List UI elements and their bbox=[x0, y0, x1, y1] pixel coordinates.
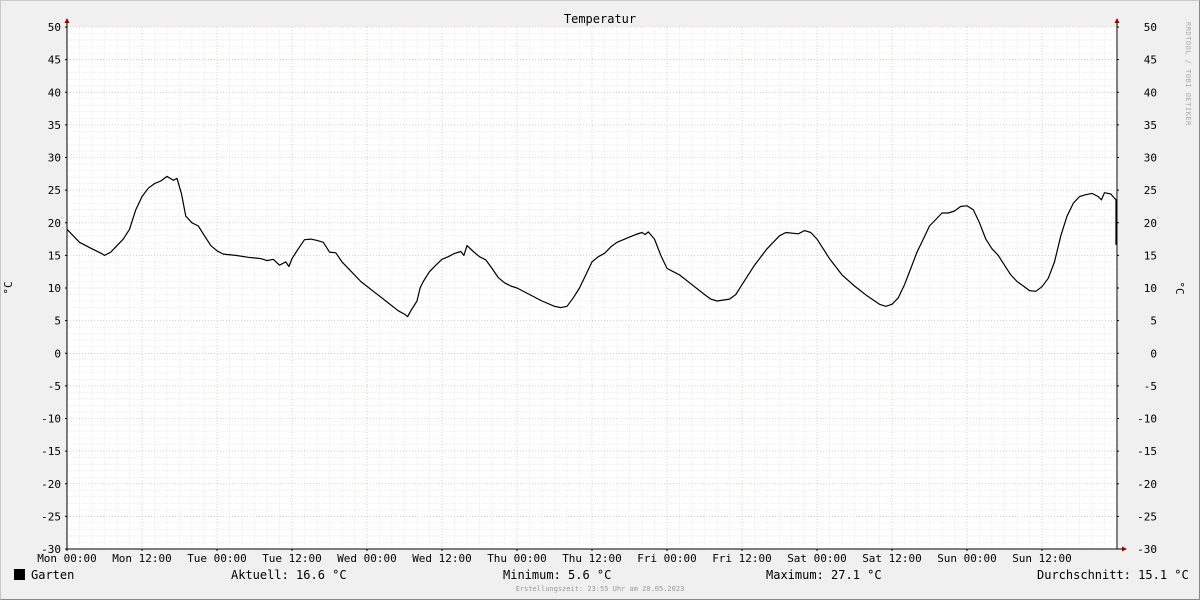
y-tick-label-left: -10 bbox=[41, 413, 61, 426]
y-tick-label-right: 25 bbox=[1144, 184, 1157, 197]
y-tick-label-right: 50 bbox=[1144, 21, 1157, 34]
y-tick-label-right: -20 bbox=[1137, 478, 1157, 491]
chart-title: Temperatur bbox=[564, 12, 636, 26]
y-axis-arrow-right bbox=[1114, 18, 1120, 23]
x-tick-label: Sun 00:00 bbox=[937, 552, 997, 565]
x-tick-label: Wed 12:00 bbox=[412, 552, 472, 565]
x-tick-label: Mon 12:00 bbox=[112, 552, 172, 565]
y-tick-label-left: -5 bbox=[48, 380, 61, 393]
y-tick-label-right: -5 bbox=[1144, 380, 1157, 393]
y-tick-label-right: -25 bbox=[1137, 510, 1157, 523]
y-tick-label-left: 50 bbox=[48, 21, 61, 34]
y-tick-label-left: 25 bbox=[48, 184, 61, 197]
y-tick-label-right: 40 bbox=[1144, 86, 1157, 99]
y-tick-label-right: 15 bbox=[1144, 249, 1157, 262]
creation-timestamp: Erstellungszeit: 23:55 Uhr am 28.05.2023 bbox=[515, 585, 685, 593]
y-tick-label-left: 0 bbox=[54, 347, 61, 360]
watermark: RRDTOOL / TOBI OETIKER bbox=[1184, 22, 1192, 126]
y-tick-label-left: 5 bbox=[54, 315, 61, 328]
y-axis-label-right: °C bbox=[1173, 281, 1186, 294]
y-axis-arrow-left bbox=[64, 18, 70, 23]
x-tick-label: Sat 00:00 bbox=[787, 552, 847, 565]
y-tick-label-right: 20 bbox=[1144, 217, 1157, 230]
x-tick-label: Sat 12:00 bbox=[862, 552, 922, 565]
legend-current: Aktuell: 16.6 °C bbox=[231, 568, 347, 582]
legend-series: Garten bbox=[14, 568, 74, 582]
y-tick-label-left: 35 bbox=[48, 119, 61, 132]
y-tick-label-left: -15 bbox=[41, 445, 61, 458]
y-tick-label-left: 15 bbox=[48, 249, 61, 262]
x-tick-label: Mon 00:00 bbox=[37, 552, 97, 565]
y-tick-label-right: 30 bbox=[1144, 152, 1157, 165]
x-tick-label: Sun 12:00 bbox=[1012, 552, 1072, 565]
temperature-chart: 50 5045 4540 4035 3530 3025 2520 2015 1510 105 50 0… bbox=[2, 12, 1186, 565]
y-tick-label-left: -20 bbox=[41, 478, 61, 491]
y-tick-label-right: 35 bbox=[1144, 119, 1157, 132]
y-tick-label-left: 30 bbox=[48, 152, 61, 165]
y-tick-label-left: 40 bbox=[48, 86, 61, 99]
y-tick-label-right: 0 bbox=[1150, 347, 1157, 360]
legend-maximum: Maximum: 27.1 °C bbox=[766, 568, 882, 582]
y-tick-label-right: 10 bbox=[1144, 282, 1157, 295]
legend-series-label: Garten bbox=[31, 568, 75, 582]
y-axis-label-left: °C bbox=[2, 281, 15, 294]
y-tick-label-right: 45 bbox=[1144, 54, 1157, 67]
y-tick-label-left: 45 bbox=[48, 54, 61, 67]
x-tick-label: Thu 00:00 bbox=[487, 552, 547, 565]
y-tick-label-left: -25 bbox=[41, 510, 61, 523]
x-axis-arrow bbox=[1122, 546, 1127, 552]
x-tick-label: Tue 12:00 bbox=[262, 552, 322, 565]
y-tick-label-right: -30 bbox=[1137, 543, 1157, 556]
x-tick-label: Tue 00:00 bbox=[187, 552, 247, 565]
y-tick-label-left: 10 bbox=[48, 282, 61, 295]
legend-average: Durchschnitt: 15.1 °C bbox=[1037, 568, 1189, 582]
x-tick-label: Fri 00:00 bbox=[637, 552, 697, 565]
x-tick-label: Wed 00:00 bbox=[337, 552, 397, 565]
x-tick-label: Fri 12:00 bbox=[712, 552, 772, 565]
legend-swatch bbox=[14, 569, 25, 580]
x-tick-label: Thu 12:00 bbox=[562, 552, 622, 565]
y-tick-label-right: 5 bbox=[1150, 315, 1157, 328]
y-tick-label-right: -15 bbox=[1137, 445, 1157, 458]
y-tick-label-right: -10 bbox=[1137, 413, 1157, 426]
legend-minimum: Minimum: 5.6 °C bbox=[503, 568, 612, 582]
y-tick-label-left: 20 bbox=[48, 217, 61, 230]
